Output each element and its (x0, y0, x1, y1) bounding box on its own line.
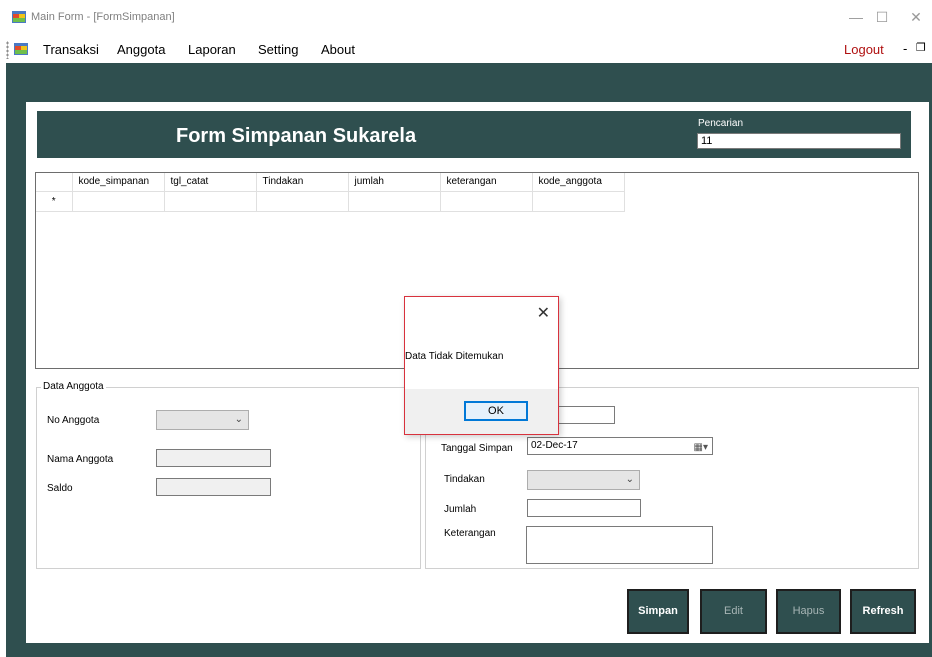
dialog-message: Data Tidak Ditemukan (405, 351, 504, 362)
no-anggota-combo[interactable]: ⌄ (156, 410, 249, 430)
column-header[interactable]: kode_simpanan (72, 173, 165, 192)
new-row-marker[interactable]: * (36, 191, 73, 212)
nama-anggota-label: Nama Anggota (47, 454, 114, 465)
keterangan-field[interactable] (526, 526, 713, 564)
column-header[interactable]: kode_anggota (532, 173, 625, 192)
ok-button[interactable]: OK (464, 401, 528, 421)
saldo-field[interactable] (156, 478, 271, 496)
keterangan-label: Keterangan (444, 528, 496, 539)
simpan-button[interactable]: Simpan (627, 589, 689, 634)
grid-cell[interactable] (440, 191, 533, 212)
app-icon (12, 11, 26, 23)
tanggal-simpan-picker[interactable]: 02-Dec-17 ▦▾ (527, 437, 713, 455)
tindakan-combo[interactable]: ⌄ (527, 470, 640, 490)
menu-about[interactable]: About (321, 42, 355, 57)
maximize-button[interactable]: ☐ (862, 4, 902, 30)
grid-header-row: kode_simpanan tgl_catat Tindakan jumlah … (36, 173, 625, 192)
nama-anggota-field[interactable] (156, 449, 271, 467)
column-header[interactable]: Tindakan (256, 173, 349, 192)
grid-cell[interactable] (164, 191, 257, 212)
menu-laporan[interactable]: Laporan (188, 42, 236, 57)
grid-corner-header[interactable] (36, 173, 73, 192)
dialog-close-icon[interactable]: ✕ (537, 303, 550, 323)
close-button[interactable]: ✕ (903, 4, 929, 30)
no-anggota-label: No Anggota (47, 415, 100, 426)
window-title: Main Form - [FormSimpanan] (31, 11, 175, 23)
grid-cell[interactable] (348, 191, 441, 212)
saldo-label: Saldo (47, 483, 73, 494)
edit-button[interactable]: Edit (700, 589, 767, 634)
column-header[interactable]: keterangan (440, 173, 533, 192)
chevron-down-icon: ⌄ (234, 414, 243, 425)
menu-anggota[interactable]: Anggota (117, 42, 165, 57)
mdi-restore-button[interactable]: ❐ (916, 41, 926, 54)
menu-grip (6, 41, 9, 59)
form-title: Form Simpanan Sukarela (176, 125, 417, 147)
grid-cell[interactable] (532, 191, 625, 212)
calendar-dropdown-icon[interactable]: ▦▾ (694, 440, 708, 456)
table-row[interactable]: * (36, 191, 625, 212)
message-dialog: ✕ Data Tidak Ditemukan OK (404, 296, 559, 435)
grid-cell[interactable] (72, 191, 165, 212)
logout-link[interactable]: Logout (844, 42, 884, 57)
chevron-down-icon: ⌄ (625, 474, 634, 485)
title-bar: Main Form - [FormSimpanan] — ☐ ✕ (0, 0, 932, 36)
refresh-button[interactable]: Refresh (850, 589, 916, 634)
column-header[interactable]: tgl_catat (164, 173, 257, 192)
grid-table: kode_simpanan tgl_catat Tindakan jumlah … (36, 173, 625, 212)
search-label: Pencarian (698, 118, 744, 129)
tindakan-label: Tindakan (444, 474, 485, 485)
menu-bar: Transaksi Anggota Laporan Setting About … (0, 37, 932, 63)
menu-transaksi[interactable]: Transaksi (43, 42, 99, 57)
jumlah-label: Jumlah (444, 504, 477, 515)
column-header[interactable]: jumlah (348, 173, 441, 192)
data-anggota-title: Data Anggota (41, 381, 106, 392)
search-input[interactable]: 11 (697, 133, 901, 149)
tanggal-simpan-value: 02-Dec-17 (531, 440, 578, 451)
dialog-footer: OK (405, 389, 558, 434)
mdi-child-icon[interactable] (14, 43, 28, 55)
menu-setting[interactable]: Setting (258, 42, 298, 57)
jumlah-field[interactable] (527, 499, 641, 517)
mdi-minimize-button[interactable]: - (903, 41, 907, 56)
tanggal-simpan-label: Tanggal Simpan (441, 443, 513, 454)
hapus-button[interactable]: Hapus (776, 589, 841, 634)
grid-cell[interactable] (256, 191, 349, 212)
